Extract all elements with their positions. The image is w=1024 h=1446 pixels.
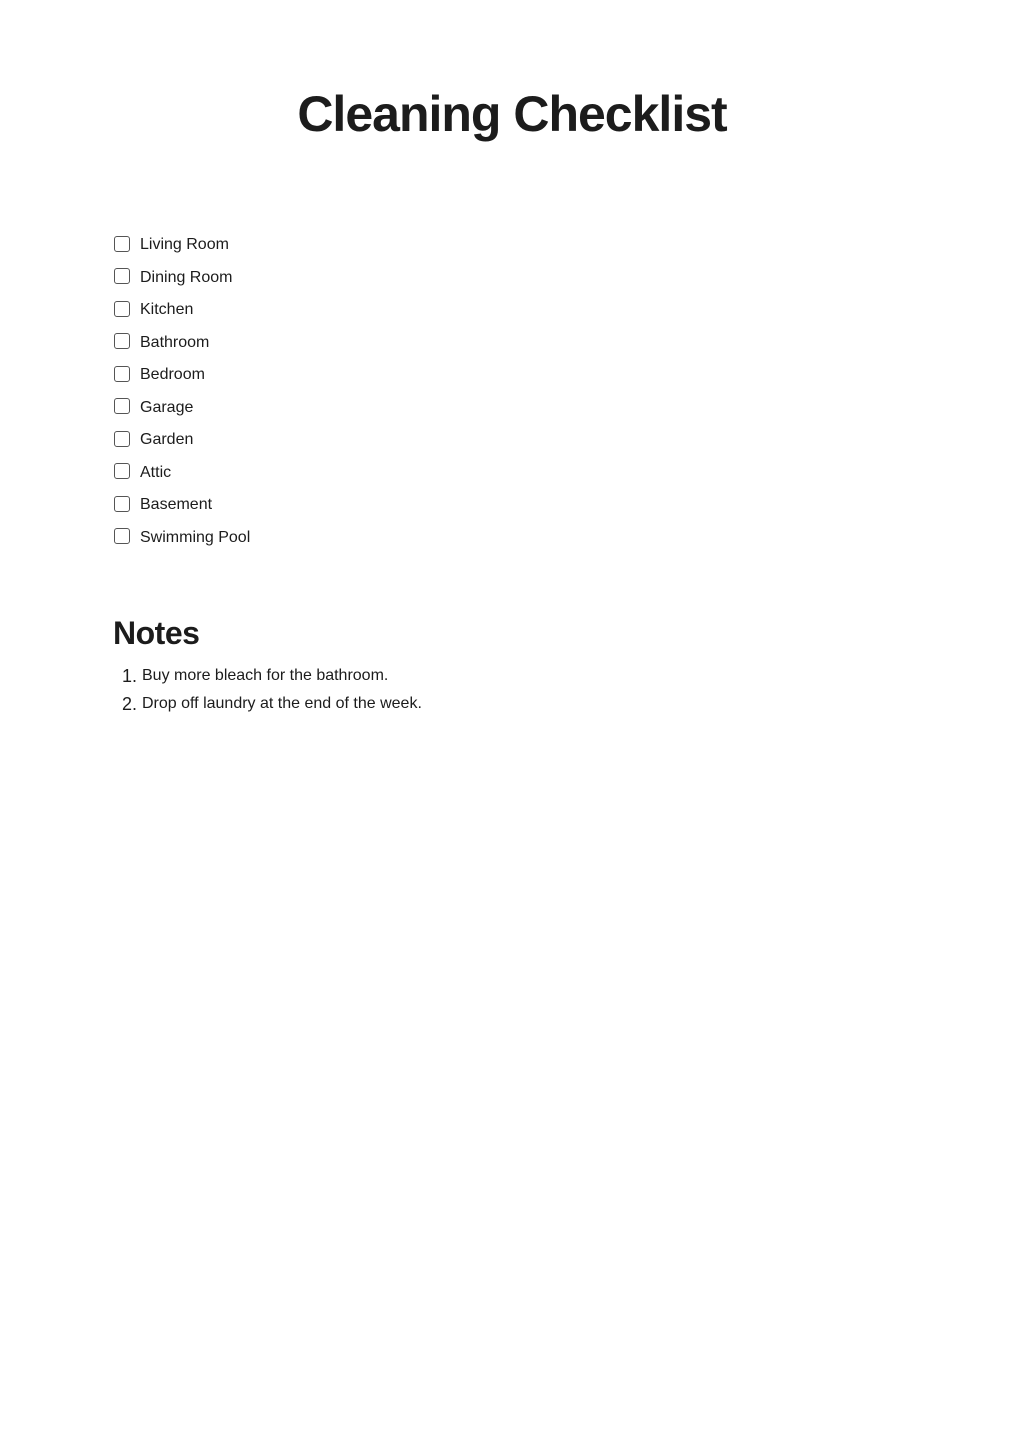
- checklist-item-living-room[interactable]: Living Room: [114, 229, 250, 262]
- checkbox-icon[interactable]: [114, 268, 130, 285]
- checklist-item-bedroom[interactable]: Bedroom: [114, 359, 250, 392]
- page-title: Cleaning Checklist: [297, 86, 727, 142]
- notes-heading: Notes: [113, 615, 200, 651]
- checklist-item-label: Kitchen: [140, 301, 194, 319]
- checklist-item-label: Attic: [140, 463, 172, 481]
- checklist-item-label: Living Room: [140, 236, 229, 254]
- checklist-item-label: Garage: [140, 398, 194, 416]
- checklist-item-dining-room[interactable]: Dining Room: [114, 262, 250, 295]
- checklist-item-label: Dining Room: [140, 268, 233, 286]
- checklist-item-label: Basement: [140, 496, 213, 514]
- checkbox-icon[interactable]: [114, 528, 130, 545]
- checkbox-icon[interactable]: [114, 495, 130, 512]
- note-text: Buy more bleach for the bathroom.: [142, 667, 389, 684]
- checkbox-icon[interactable]: [114, 463, 130, 480]
- checkbox-icon[interactable]: [114, 365, 130, 382]
- checklist-item-garden[interactable]: Garden: [114, 424, 250, 457]
- checklist-item-label: Swimming Pool: [140, 528, 251, 546]
- checklist-item-bathroom[interactable]: Bathroom: [114, 327, 250, 360]
- checklist-item-label: Bathroom: [140, 333, 210, 351]
- note-number: 1.: [122, 666, 138, 686]
- checklist-item-kitchen[interactable]: Kitchen: [114, 294, 250, 327]
- checklist-item-label: Garden: [140, 431, 194, 449]
- checklist-item-garage[interactable]: Garage: [114, 392, 250, 425]
- checkbox-icon[interactable]: [114, 333, 130, 350]
- checklist-item-swimming-pool[interactable]: Swimming Pool: [114, 522, 250, 555]
- checklist-item-attic[interactable]: Attic: [114, 457, 250, 490]
- cleaning-checklist: Living Room Dining Room Kitchen Bathroom…: [114, 229, 250, 554]
- notes-list: 1. Buy more bleach for the bathroom. 2. …: [122, 662, 422, 718]
- note-item: 2. Drop off laundry at the end of the we…: [122, 690, 422, 718]
- note-item: 1. Buy more bleach for the bathroom.: [122, 662, 422, 690]
- checkbox-icon[interactable]: [114, 235, 130, 252]
- note-number: 2.: [122, 694, 138, 714]
- checkbox-icon[interactable]: [114, 300, 130, 317]
- checklist-item-basement[interactable]: Basement: [114, 489, 250, 522]
- checklist-item-label: Bedroom: [140, 366, 205, 384]
- checkbox-icon[interactable]: [114, 398, 130, 415]
- checkbox-icon[interactable]: [114, 430, 130, 447]
- note-text: Drop off laundry at the end of the week.: [142, 695, 422, 712]
